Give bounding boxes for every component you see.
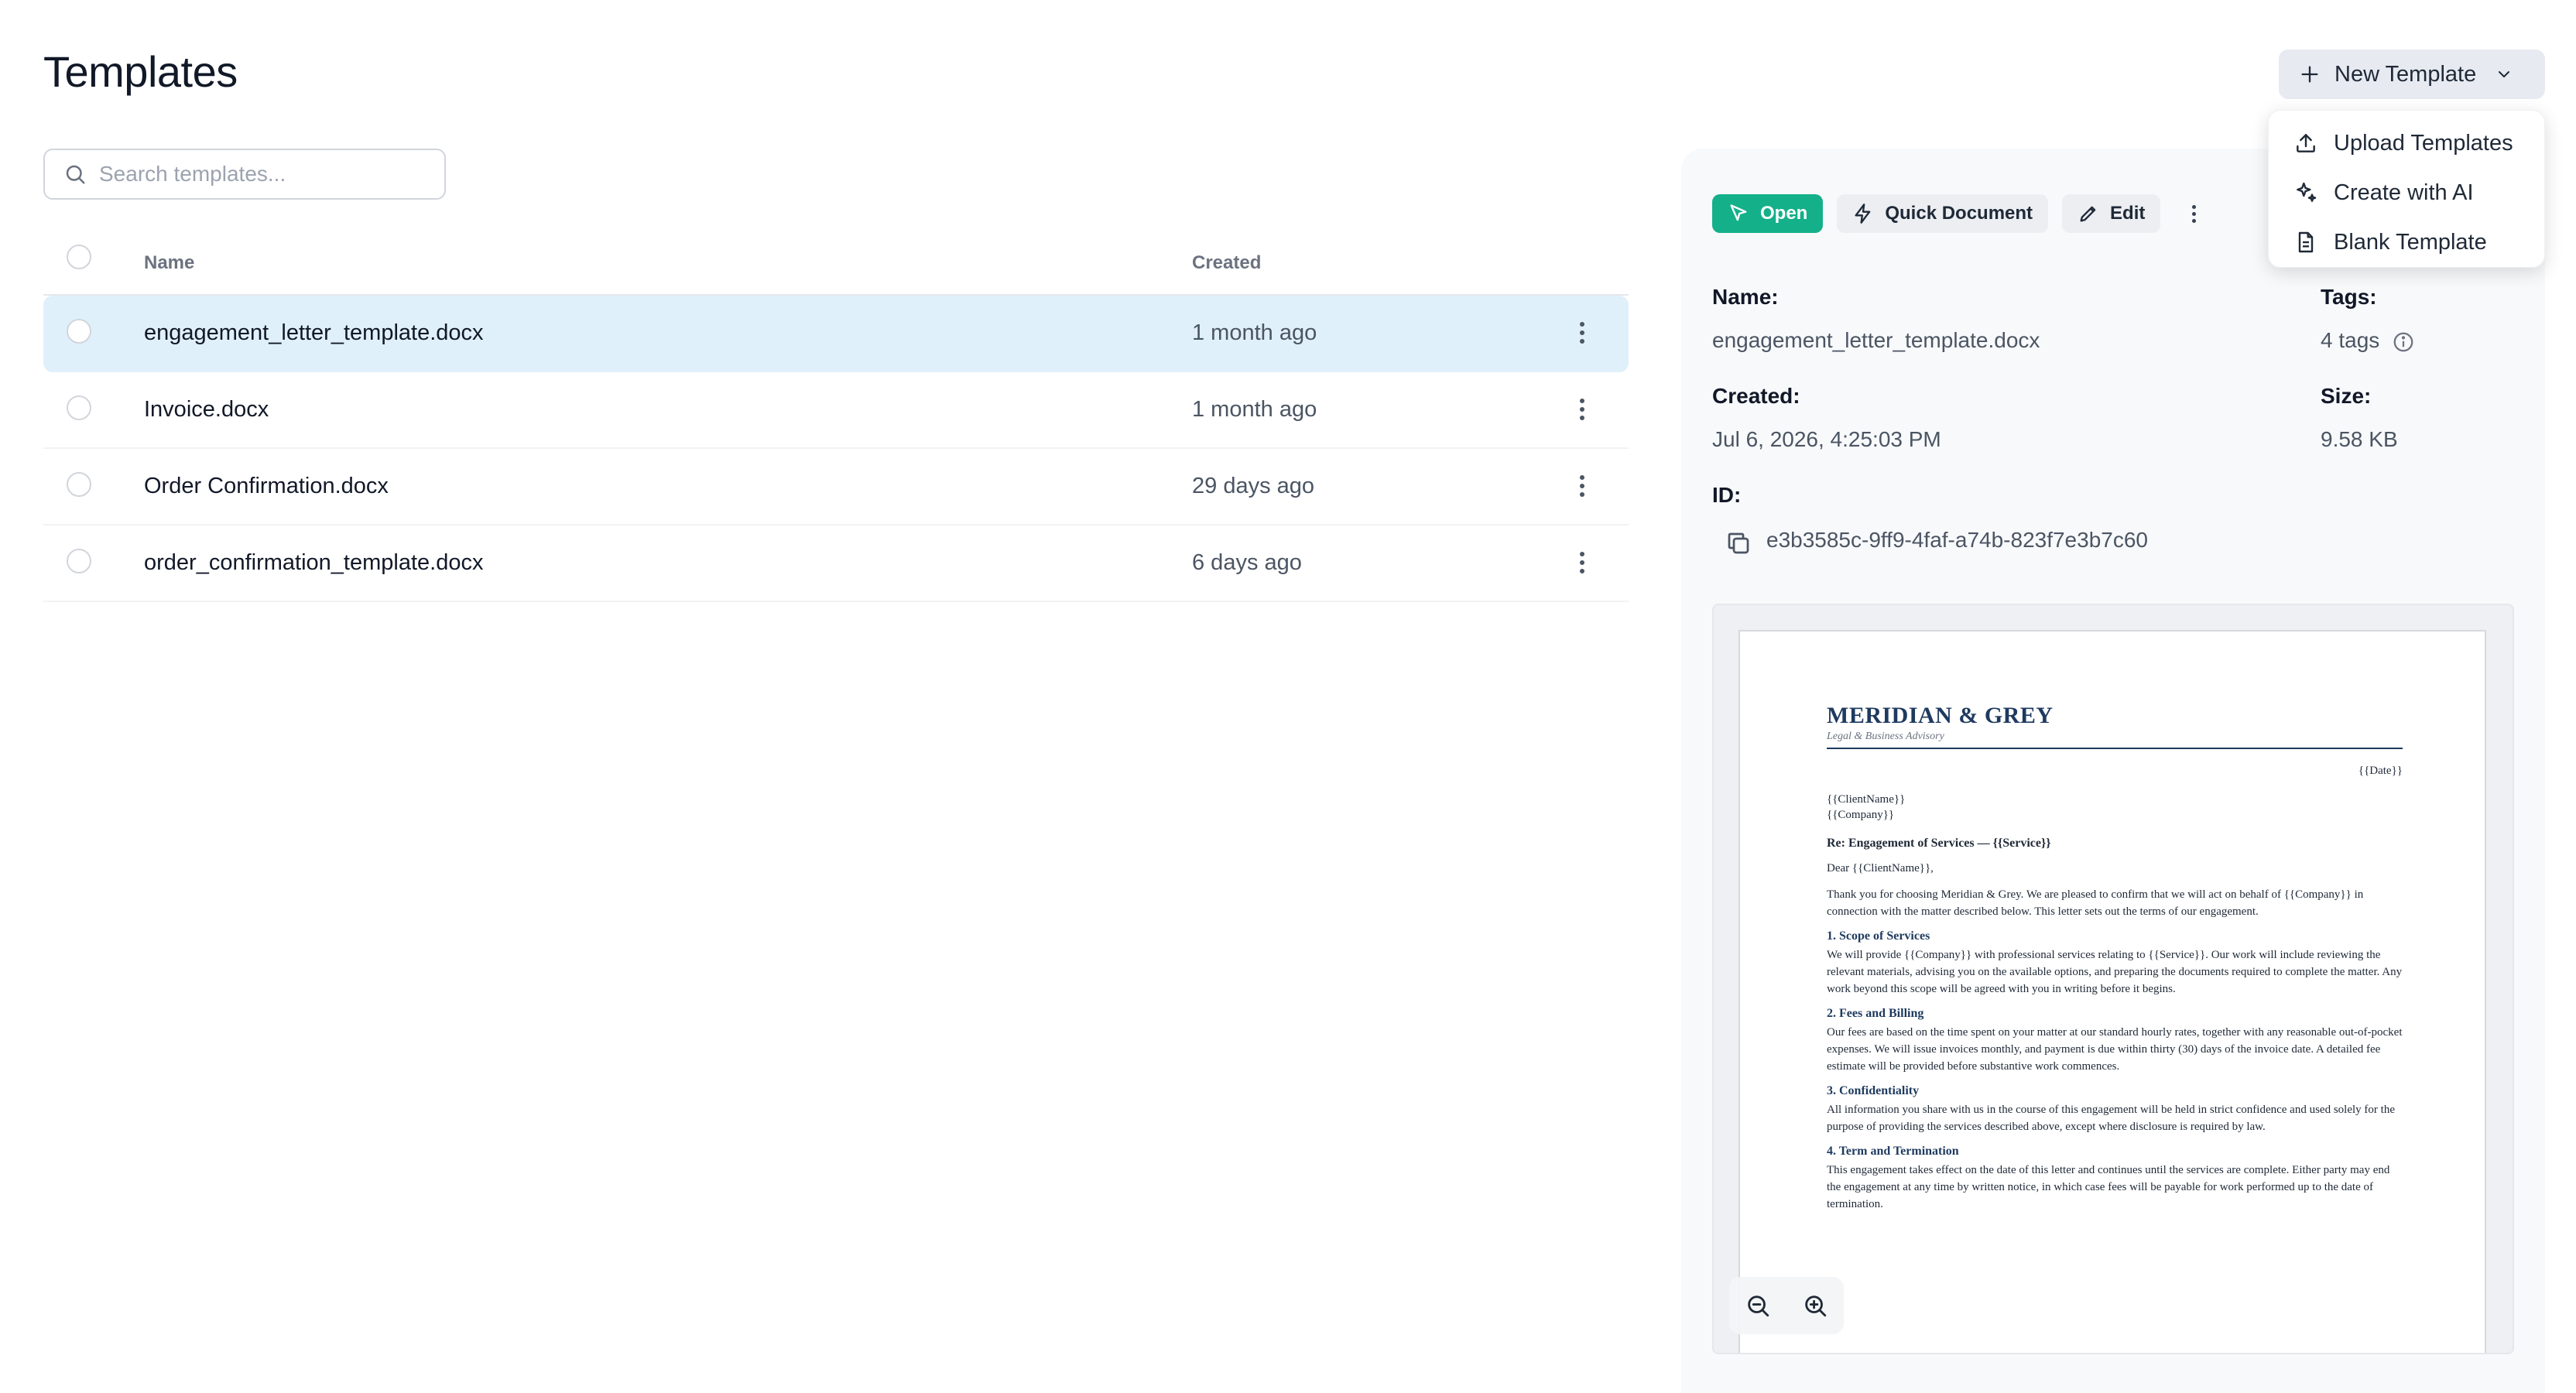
lightning-icon (1855, 204, 1871, 224)
section-heading: 2. Fees and Billing (1827, 1007, 1924, 1020)
section-body: We will provide {{Company}} with profess… (1827, 949, 2403, 995)
created-label: Created: (1712, 384, 1800, 408)
re-line: Re: Engagement of Services — {{Service}} (1827, 837, 2051, 850)
tags-value: 4 tags (2321, 328, 2380, 352)
document-page: MERIDIAN & GREY Legal & Business Advisor… (1738, 630, 2486, 1353)
row-select-radio[interactable] (67, 549, 91, 573)
size-label: Size: (2321, 384, 2372, 408)
template-name: engagement_letter_template.docx (144, 320, 484, 345)
template-created: 29 days ago (1192, 474, 1315, 498)
section-heading: 4. Term and Termination (1827, 1145, 1959, 1158)
table-row[interactable]: order_confirmation_template.docx 6 days … (43, 525, 1629, 602)
new-template-menu: Upload Templates Create with AI Blank Te… (2268, 110, 2545, 268)
section-body: This engagement takes effect on the date… (1827, 1164, 2390, 1210)
id-label: ID: (1712, 483, 1742, 507)
template-name: order_confirmation_template.docx (144, 550, 484, 575)
name-value: engagement_letter_template.docx (1712, 328, 2040, 352)
row-menu-icon[interactable] (1567, 547, 1598, 578)
template-name: Invoice.docx (144, 397, 269, 422)
open-button-label: Open (1760, 203, 1808, 224)
row-select-radio[interactable] (67, 395, 91, 420)
row-menu-icon[interactable] (1567, 317, 1598, 348)
zoom-out-icon[interactable] (1745, 1292, 1771, 1319)
company-line: {{Company}} (1827, 809, 1895, 821)
select-all-radio[interactable] (67, 245, 91, 269)
size-value: 9.58 KB (2321, 427, 2398, 451)
template-detail-panel: Open Quick Document Edit Name: engagemen… (1681, 149, 2545, 1393)
row-menu-icon[interactable] (1567, 394, 1598, 425)
salutation: Dear {{ClientName}}, (1827, 862, 1934, 874)
search-input[interactable] (99, 162, 424, 187)
page-title: Templates (43, 47, 238, 96)
file-icon (2298, 231, 2314, 253)
templates-table: Name Created engagement_letter_template.… (43, 232, 1629, 602)
edit-button[interactable]: Edit (2062, 194, 2161, 233)
id-value: e3b3585c-9ff9-4faf-a74b-823f7e3b7c60 (1766, 528, 2148, 552)
name-label: Name: (1712, 285, 1779, 309)
document-preview[interactable]: MERIDIAN & GREY Legal & Business Advisor… (1712, 604, 2514, 1354)
row-select-radio[interactable] (67, 472, 91, 497)
quick-document-button[interactable]: Quick Document (1837, 194, 2049, 233)
search-box[interactable] (43, 149, 446, 200)
column-header-name[interactable]: Name (144, 252, 194, 274)
zoom-in-icon[interactable] (1802, 1292, 1828, 1319)
copy-icon[interactable] (1725, 529, 1752, 557)
open-button[interactable]: Open (1712, 194, 1824, 233)
table-row[interactable]: engagement_letter_template.docx 1 month … (43, 296, 1629, 372)
date-placeholder: {{Date}} (2358, 765, 2403, 777)
section-heading: 3. Confidentiality (1827, 1084, 1920, 1097)
created-value: Jul 6, 2026, 4:25:03 PM (1712, 427, 1941, 451)
pencil-icon (2080, 206, 2096, 222)
menu-item-blank-template[interactable]: Blank Template (2269, 217, 2544, 267)
row-menu-icon[interactable] (1567, 471, 1598, 501)
template-name: Order Confirmation.docx (144, 474, 389, 498)
chevron-down-icon (2499, 71, 2510, 77)
menu-item-label: Blank Template (2334, 229, 2487, 255)
row-select-radio[interactable] (67, 319, 91, 344)
quick-document-label: Quick Document (1885, 203, 2033, 224)
zoom-controls (1729, 1277, 1844, 1334)
sparkles-icon (2297, 182, 2317, 202)
section-body: All information you share with us in the… (1827, 1104, 2395, 1133)
template-created: 1 month ago (1192, 397, 1317, 422)
firm-subtitle: Legal & Business Advisory (1827, 731, 1944, 742)
table-header: Name Created (43, 232, 1629, 296)
search-icon (66, 165, 85, 184)
more-options-icon[interactable] (2174, 194, 2213, 233)
section-body: Our fees are based on the time spent on … (1827, 1026, 2403, 1073)
tags-value-wrapper: 4 tags (2321, 328, 2415, 354)
firm-name: MERIDIAN & GREY (1827, 703, 2054, 728)
section-heading: 1. Scope of Services (1827, 929, 1930, 943)
client-name-line: {{ClientName}} (1827, 793, 1906, 806)
table-row[interactable]: Invoice.docx 1 month ago (43, 372, 1629, 449)
intro-paragraph: Thank you for choosing Meridian & Grey. … (1827, 888, 2364, 918)
menu-item-label: Upload Templates (2334, 130, 2513, 156)
plus-icon (2301, 66, 2318, 83)
template-created: 1 month ago (1192, 320, 1317, 345)
new-template-button[interactable]: New Template (2279, 50, 2545, 99)
upload-icon (2297, 134, 2315, 152)
template-created: 6 days ago (1192, 550, 1302, 575)
header-rule (1827, 748, 2403, 749)
table-row[interactable]: Order Confirmation.docx 29 days ago (43, 449, 1629, 525)
info-icon[interactable] (2392, 330, 2415, 354)
menu-item-create-with-ai[interactable]: Create with AI (2269, 168, 2544, 217)
new-template-label: New Template (2334, 61, 2477, 87)
edit-button-label: Edit (2110, 203, 2146, 224)
menu-item-label: Create with AI (2334, 180, 2474, 205)
tags-label: Tags: (2321, 285, 2377, 309)
menu-item-upload-templates[interactable]: Upload Templates (2269, 118, 2544, 168)
cursor-pointer-icon (1730, 204, 1747, 221)
column-header-created[interactable]: Created (1192, 252, 1261, 274)
detail-toolbar: Open Quick Document Edit (1712, 193, 2213, 234)
